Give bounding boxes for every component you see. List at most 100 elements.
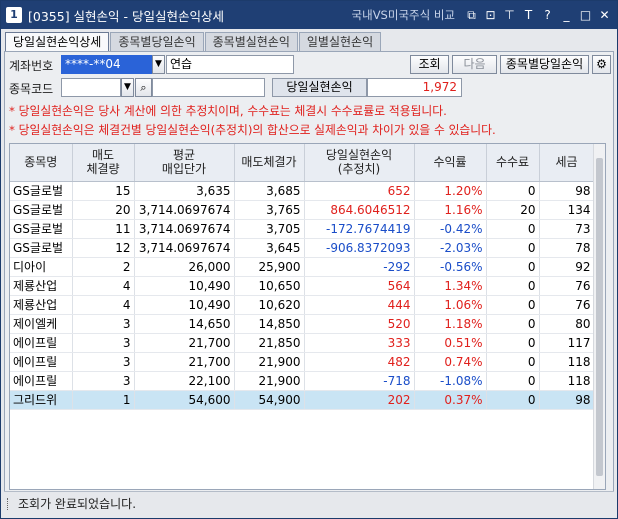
window-title: [0355] 실현손익 - 당일실현손익상세 xyxy=(28,8,224,24)
return-rate-cell: 1.18% xyxy=(414,314,487,334)
fee-cell: 0 xyxy=(486,295,540,315)
fee-cell: 0 xyxy=(486,371,540,391)
return-rate-cell: 0.51% xyxy=(414,333,487,353)
account-dropdown-button[interactable]: ▼ xyxy=(152,55,165,74)
table-row[interactable]: 제룡산업 4 10,490 10,620 444 1.06% 0 76 xyxy=(10,295,595,315)
avg-buy-price-cell: 26,000 xyxy=(134,257,235,277)
close-icon[interactable]: ✕ xyxy=(598,8,611,22)
fee-cell: 0 xyxy=(486,257,540,277)
table-row[interactable]: 제룡산업 4 10,490 10,650 564 1.34% 0 76 xyxy=(10,276,595,296)
stock-name-cell: 에이프릴 xyxy=(10,333,73,353)
dropdown-arrow-icon: ▼ xyxy=(155,59,162,69)
query-button[interactable]: 조회 xyxy=(410,55,449,74)
return-rate-cell: -0.42% xyxy=(414,219,487,239)
help-icon[interactable]: ? xyxy=(541,8,554,22)
pin-icon[interactable]: ⊤ xyxy=(503,8,516,22)
realized-pnl-table: 종목명 매도 체결량 평균 매입단가 매도체결가 당일실현손익 (추정치) 수익률 수수료 세금 G… xyxy=(9,143,606,490)
column-header[interactable]: 종목명 xyxy=(10,144,73,182)
compare-link[interactable]: 국내VS미국주식 비교 xyxy=(352,7,455,23)
column-header[interactable]: 수익률 xyxy=(414,144,487,182)
status-bar: 조회가 완료되었습니다. xyxy=(4,491,614,515)
sell-qty-cell: 3 xyxy=(72,352,135,372)
table-row[interactable]: GS글로벌 20 3,714.0697674 3,765 864.6046512 1.16… xyxy=(10,200,595,220)
grip-icon xyxy=(7,498,10,510)
sell-qty-cell: 11 xyxy=(72,219,135,239)
stock-code-input[interactable] xyxy=(61,78,121,97)
column-header[interactable]: 당일실현손익 (추정치) xyxy=(304,144,415,182)
realized-pnl-cell: 482 xyxy=(304,352,415,372)
column-header[interactable]: 매도체결가 xyxy=(234,144,305,182)
title-bar[interactable]: 1 [0355] 실현손익 - 당일실현손익상세 국내VS미국주식 비교 ⧉ ⊡… xyxy=(1,1,617,29)
table-row[interactable]: 에이프릴 3 22,100 21,900 -718 -1.08% 0 118 xyxy=(10,371,595,391)
stock-search-button[interactable]: ⌕ xyxy=(135,78,152,97)
tax-cell: 118 xyxy=(539,371,595,391)
sell-qty-cell: 2 xyxy=(72,257,135,277)
account-number-field[interactable]: ****-**04 xyxy=(61,55,153,74)
maximize-icon[interactable]: □ xyxy=(579,8,592,22)
stock-name-cell: GS글로벌 xyxy=(10,181,73,201)
tax-cell: 98 xyxy=(539,390,595,410)
avg-buy-price-cell: 10,490 xyxy=(134,276,235,296)
table-row[interactable]: 에이프릴 3 21,700 21,900 482 0.74% 0 118 xyxy=(10,352,595,372)
tax-cell: 134 xyxy=(539,200,595,220)
stock-name-cell: GS글로벌 xyxy=(10,200,73,220)
realized-pnl-cell: 564 xyxy=(304,276,415,296)
settings-button[interactable]: ⚙ xyxy=(592,55,611,74)
daily-pnl-label: 당일실현손익 xyxy=(272,78,367,97)
tab-bar: 당일실현손익상세 종목별당일손익 종목별실현손익 일별실현손익 xyxy=(5,32,382,52)
tab-daily-realized-detail[interactable]: 당일실현손익상세 xyxy=(5,32,110,52)
realized-pnl-cell: 444 xyxy=(304,295,415,315)
fee-cell: 0 xyxy=(486,238,540,258)
return-rate-cell: 0.37% xyxy=(414,390,487,410)
return-rate-cell: -2.03% xyxy=(414,238,487,258)
stock-name-cell: 제이엘케 xyxy=(10,314,73,334)
stock-daily-pnl-button[interactable]: 종목별당일손익 xyxy=(500,55,589,74)
sell-qty-cell: 4 xyxy=(72,295,135,315)
notice-text: * 당일실현손익은 당사 계산에 의한 추정치이며, 수수료는 체결시 수수료률… xyxy=(9,102,496,139)
sell-qty-cell: 20 xyxy=(72,200,135,220)
avg-buy-price-cell: 3,714.0697674 xyxy=(134,238,235,258)
table-row[interactable]: GS글로벌 11 3,714.0697674 3,705 -172.7674419 -0.… xyxy=(10,219,595,239)
sell-qty-cell: 15 xyxy=(72,181,135,201)
stock-name-cell: 에이프릴 xyxy=(10,371,73,391)
table-row[interactable]: 에이프릴 3 21,700 21,850 333 0.51% 0 117 xyxy=(10,333,595,353)
realized-pnl-cell: -292 xyxy=(304,257,415,277)
column-header[interactable]: 매도 체결량 xyxy=(72,144,135,182)
tax-cell: 98 xyxy=(539,181,595,201)
link-icon[interactable]: ⧉ xyxy=(465,8,478,22)
scrollbar-thumb[interactable] xyxy=(596,158,603,476)
tab-stock-daily-pnl[interactable]: 종목별당일손익 xyxy=(110,32,204,52)
header-line: 체결량 xyxy=(86,162,120,177)
next-button[interactable]: 다음 xyxy=(452,55,497,74)
vertical-scrollbar[interactable] xyxy=(593,144,605,489)
notice-line-1: * 당일실현손익은 당사 계산에 의한 추정치이며, 수수료는 체결시 수수료률… xyxy=(9,104,447,118)
table-row[interactable]: GS글로벌 15 3,635 3,685 652 1.20% 0 98 xyxy=(10,181,595,201)
sell-qty-cell: 12 xyxy=(72,238,135,258)
table-row[interactable]: 디아이 2 26,000 25,900 -292 -0.56% 0 92 xyxy=(10,257,595,277)
tab-daily-realized-pnl[interactable]: 일별실현손익 xyxy=(298,32,382,52)
minimize-icon[interactable]: _ xyxy=(560,8,573,22)
column-header[interactable]: 평균 매입단가 xyxy=(134,144,235,182)
text-icon[interactable]: T xyxy=(522,8,535,22)
stock-name-cell: 제룡산업 xyxy=(10,295,73,315)
sell-qty-cell: 4 xyxy=(72,276,135,296)
tax-cell: 80 xyxy=(539,314,595,334)
copy-icon[interactable]: ⊡ xyxy=(484,8,497,22)
avg-buy-price-cell: 3,635 xyxy=(134,181,235,201)
tax-cell: 73 xyxy=(539,219,595,239)
stock-code-dropdown-button[interactable]: ▼ xyxy=(121,78,134,97)
search-icon: ⌕ xyxy=(140,81,147,94)
table-row[interactable]: 그리드위 1 54,600 54,900 202 0.37% 0 98 xyxy=(10,390,595,410)
return-rate-cell: -0.56% xyxy=(414,257,487,277)
realized-pnl-cell: -906.8372093 xyxy=(304,238,415,258)
tab-stock-realized-pnl[interactable]: 종목별실현손익 xyxy=(204,32,298,52)
table-row[interactable]: GS글로벌 12 3,714.0697674 3,645 -906.8372093 -2.… xyxy=(10,238,595,258)
header-line: 세금 xyxy=(555,155,578,170)
column-header[interactable]: 수수료 xyxy=(486,144,540,182)
table-row[interactable]: 제이엘케 3 14,650 14,850 520 1.18% 0 80 xyxy=(10,314,595,334)
column-header[interactable]: 세금 xyxy=(539,144,595,182)
sell-price-cell: 54,900 xyxy=(234,390,305,410)
fee-cell: 0 xyxy=(486,181,540,201)
sell-qty-cell: 1 xyxy=(72,390,135,410)
gear-icon: ⚙ xyxy=(596,57,607,71)
